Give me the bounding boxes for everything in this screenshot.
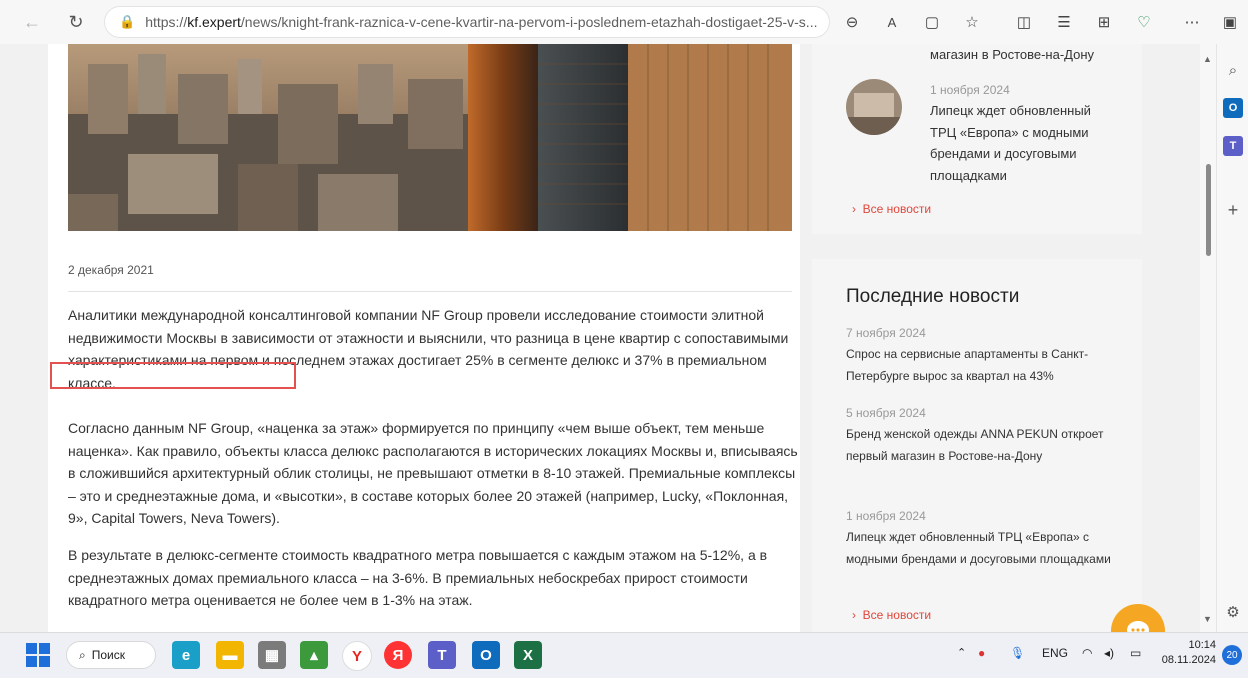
split-screen-icon[interactable]: ◫ [1010, 8, 1038, 36]
clock-time: 10:14 [1188, 639, 1216, 651]
news-date: 1 ноября 2024 [930, 83, 1010, 97]
all-news-label: Все новости [862, 202, 932, 216]
sidebar-news-card: магазин в Ростове-на-Дону 1 ноября 2024 … [812, 44, 1142, 234]
clock-date: 08.11.2024 [1161, 654, 1216, 666]
all-news-link[interactable]: › Все новости [852, 202, 931, 216]
tray-overflow-icon[interactable]: ⌃ [957, 646, 966, 659]
favorites-icon[interactable]: ☰ [1050, 8, 1078, 36]
highlight-annotation-box [50, 362, 296, 389]
teams-app-icon[interactable]: T [428, 641, 456, 669]
favorite-star-icon[interactable]: ☆ [958, 8, 986, 36]
latest-item-date: 5 ноября 2024 [846, 406, 926, 420]
latest-item-title[interactable]: Липецк ждет обновленный ТРЦ «Европа» с м… [846, 527, 1111, 570]
page-scrollbar[interactable]: ▲ ▼ [1200, 44, 1216, 632]
windows-start-icon[interactable] [26, 643, 50, 667]
taskbar-search[interactable]: ⌕ Поиск [66, 641, 156, 669]
latest-item-title[interactable]: Бренд женской одежды ANNA PEKUN откроет … [846, 424, 1116, 467]
all-news-label: Все новости [862, 608, 932, 622]
add-icon[interactable]: + [1223, 200, 1243, 220]
address-bar[interactable]: 🔒 https://kf.expert/news/knight-frank-ra… [104, 6, 830, 38]
article-column: 2 декабря 2021 Аналитики международной к… [48, 44, 800, 632]
divider [68, 291, 792, 292]
chevron-right-icon: › [852, 202, 856, 216]
browser-essentials-icon[interactable]: ♡ [1130, 8, 1158, 36]
scroll-down-icon[interactable]: ▼ [1203, 614, 1212, 624]
latest-item-title[interactable]: Спрос на сервисные апартаменты в Санкт-П… [846, 344, 1116, 387]
clock[interactable]: 10:14 08.11.2024 [1160, 638, 1216, 668]
microphone-icon[interactable]: 🎙 [1010, 646, 1025, 660]
notification-badge[interactable]: 20 [1222, 645, 1242, 665]
lock-icon: 🔒 [119, 14, 136, 29]
settings-gear-icon[interactable]: ⚙ [1223, 602, 1243, 622]
search-label: Поиск [91, 648, 125, 662]
news-title[interactable]: Липецк ждет обновленный ТРЦ «Европа» с м… [930, 100, 1110, 186]
url-prefix: https:// [145, 14, 188, 30]
antivirus-icon[interactable]: ● [978, 646, 985, 660]
outlook-icon[interactable]: O [1223, 98, 1243, 118]
latest-item-date: 1 ноября 2024 [846, 509, 926, 523]
scroll-up-icon[interactable]: ▲ [1203, 54, 1212, 64]
volume-icon[interactable]: ◂) [1104, 646, 1114, 660]
article-date: 2 декабря 2021 [68, 263, 154, 277]
battery-icon[interactable]: ▭ [1130, 646, 1141, 660]
read-aloud-icon[interactable]: A [878, 8, 906, 36]
language-indicator[interactable]: ENG [1042, 646, 1068, 660]
scroll-thumb[interactable] [1206, 164, 1211, 256]
latest-news-heading: Последние новости [846, 286, 1020, 307]
windows-taskbar: ⌕ Поиск e ▬ ▦ ▴ Y Я T O X ⌃ ● 🎙 ENG ◠ ◂)… [0, 632, 1248, 678]
all-news-link[interactable]: › Все новости [852, 608, 931, 622]
yandex-icon[interactable]: Я [384, 641, 412, 669]
latest-news-block: Последние новости 7 ноября 2024 Спрос на… [812, 259, 1142, 632]
calculator-icon[interactable]: ▦ [258, 641, 286, 669]
collections-icon[interactable]: ⊞ [1090, 8, 1118, 36]
news-thumbnail[interactable] [846, 79, 902, 135]
search-icon[interactable]: ⌕ [1223, 60, 1243, 80]
article-paragraph: Согласно данным NF Group, «наценка за эт… [68, 420, 798, 526]
zoom-icon[interactable]: ⊖ [838, 8, 866, 36]
more-menu-icon[interactable]: ⋯ [1178, 8, 1206, 36]
yandex-browser-icon[interactable]: Y [342, 641, 372, 671]
city-skyline-image [68, 44, 792, 231]
chart-app-icon[interactable]: ▴ [300, 641, 328, 669]
sidebar-cut-title[interactable]: магазин в Ростове-на-Дону [930, 44, 1094, 66]
chat-bubble-icon [1127, 621, 1149, 632]
edge-side-panel: ⌕ O T + ⚙ [1216, 44, 1248, 632]
outlook-app-icon[interactable]: O [472, 641, 500, 669]
page-viewport: 2 декабря 2021 Аналитики международной к… [0, 44, 1216, 632]
search-icon: ⌕ [79, 647, 86, 662]
teams-icon[interactable]: T [1223, 136, 1243, 156]
browser-toolbar: ← ↻ 🔒 https://kf.expert/news/knight-fran… [0, 0, 1248, 45]
excel-app-icon[interactable]: X [514, 641, 542, 669]
back-arrow-icon[interactable]: ← [18, 8, 46, 36]
latest-item-date: 7 ноября 2024 [846, 326, 926, 340]
file-explorer-icon[interactable]: ▬ [216, 641, 244, 669]
sidebar-toggle-icon[interactable]: ▣ [1216, 8, 1244, 36]
edge-browser-icon[interactable]: e [172, 641, 200, 669]
chevron-right-icon: › [852, 608, 856, 622]
article-paragraph: В результате в делюкс-сегменте стоимость… [68, 547, 768, 608]
wifi-icon[interactable]: ◠ [1082, 646, 1092, 660]
refresh-icon[interactable]: ↻ [62, 8, 90, 36]
url-path: /news/knight-frank-raznica-v-cene-kvarti… [240, 14, 818, 30]
reader-view-icon[interactable]: ▢ [918, 8, 946, 36]
url-host: kf.expert [187, 14, 241, 30]
article-hero-image [68, 44, 792, 231]
